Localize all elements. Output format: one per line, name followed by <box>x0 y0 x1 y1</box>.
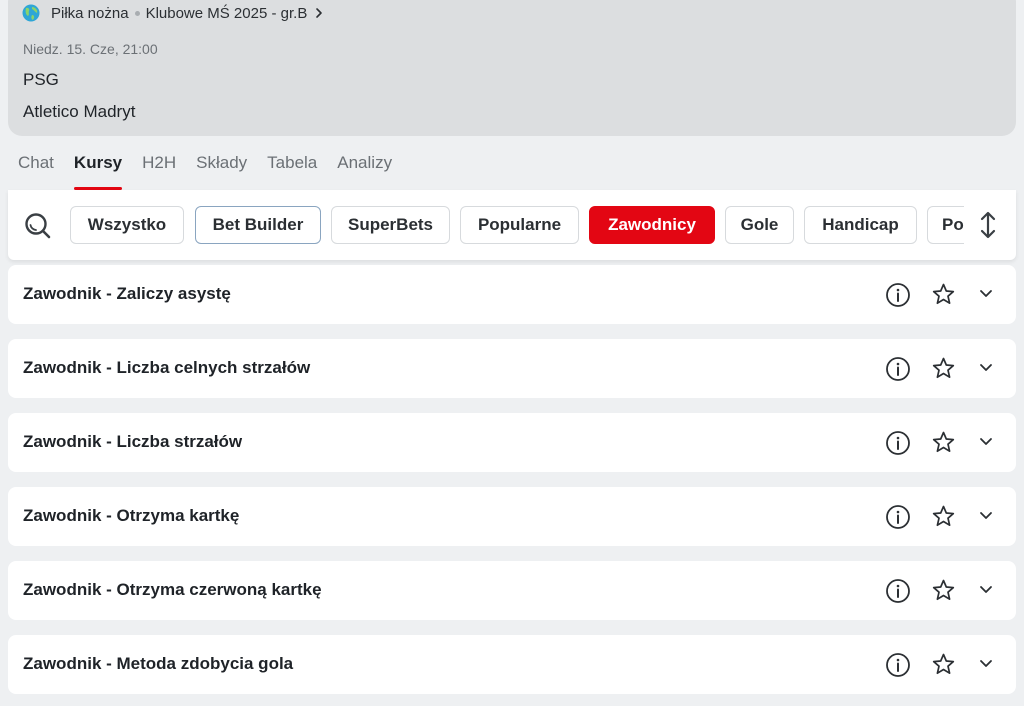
tab-tabela[interactable]: Tabela <box>267 153 317 189</box>
tab-chat[interactable]: Chat <box>18 153 54 189</box>
chevron-right-icon[interactable] <box>314 7 324 19</box>
info-icon[interactable] <box>885 356 911 382</box>
globe-icon <box>22 4 40 22</box>
star-icon[interactable] <box>931 356 956 381</box>
sort-arrows-icon[interactable] <box>978 210 998 240</box>
info-icon[interactable] <box>885 282 911 308</box>
chevron-down-icon[interactable] <box>978 361 994 375</box>
home-team: PSG <box>23 70 59 89</box>
info-icon[interactable] <box>885 504 911 530</box>
breadcrumb[interactable]: Piłka nożna Klubowe MŚ 2025 - gr.B <box>22 3 324 23</box>
breadcrumb-sport[interactable]: Piłka nożna <box>51 5 129 22</box>
market-title[interactable]: Zawodnik - Liczba strzałów <box>23 432 242 452</box>
chip-handicap[interactable]: Handicap <box>804 206 917 244</box>
info-icon[interactable] <box>885 430 911 456</box>
tab-h2h[interactable]: H2H <box>142 153 176 189</box>
market-row[interactable]: Zawodnik - Metoda zdobycia gola <box>8 635 1016 694</box>
tab-sklady[interactable]: Składy <box>196 153 247 189</box>
market-title[interactable]: Zawodnik - Liczba celnych strzałów <box>23 358 310 378</box>
search-icon[interactable] <box>24 212 52 240</box>
chip-wszystko[interactable]: Wszystko <box>70 206 184 244</box>
star-icon[interactable] <box>931 652 956 677</box>
chevron-down-icon[interactable] <box>978 509 994 523</box>
tab-kursy[interactable]: Kursy <box>73 153 123 190</box>
market-row[interactable]: Zawodnik - Liczba celnych strzałów <box>8 339 1016 398</box>
info-icon[interactable] <box>885 652 911 678</box>
market-title[interactable]: Zawodnik - Zaliczy asystę <box>23 284 231 304</box>
away-team: Atletico Madryt <box>23 102 136 121</box>
chevron-down-icon[interactable] <box>978 583 994 597</box>
match-tabs: Chat Kursy H2H Składy Tabela Analizy <box>18 153 412 191</box>
breadcrumb-league[interactable]: Klubowe MŚ 2025 - gr.B <box>146 5 308 22</box>
chevron-down-icon[interactable] <box>978 435 994 449</box>
match-datetime: Niedz. 15. Cze, 21:00 <box>23 41 158 57</box>
chip-zawodnicy[interactable]: Zawodnicy <box>589 206 715 244</box>
star-icon[interactable] <box>931 430 956 455</box>
market-title[interactable]: Zawodnik - Metoda zdobycia gola <box>23 654 293 674</box>
chevron-down-icon[interactable] <box>978 657 994 671</box>
chip-partial[interactable]: Po <box>927 206 964 244</box>
market-row[interactable]: Zawodnik - Otrzyma czerwoną kartkę <box>8 561 1016 620</box>
market-row[interactable]: Zawodnik - Otrzyma kartkę <box>8 487 1016 546</box>
chip-popularne[interactable]: Popularne <box>460 206 579 244</box>
filter-chips: Wszystko Bet Builder SuperBets Popularne… <box>70 206 964 246</box>
market-title[interactable]: Zawodnik - Otrzyma kartkę <box>23 506 239 526</box>
tab-analizy[interactable]: Analizy <box>337 153 392 189</box>
star-icon[interactable] <box>931 504 956 529</box>
chip-superbets[interactable]: SuperBets <box>331 206 450 244</box>
info-icon[interactable] <box>885 578 911 604</box>
market-row[interactable]: Zawodnik - Zaliczy asystę <box>8 265 1016 324</box>
breadcrumb-separator <box>134 10 140 16</box>
market-title[interactable]: Zawodnik - Otrzyma czerwoną kartkę <box>23 580 322 600</box>
star-icon[interactable] <box>931 578 956 603</box>
chip-gole[interactable]: Gole <box>725 206 794 244</box>
chevron-down-icon[interactable] <box>978 287 994 301</box>
chip-bet-builder[interactable]: Bet Builder <box>195 206 321 244</box>
market-row[interactable]: Zawodnik - Liczba strzałów <box>8 413 1016 472</box>
star-icon[interactable] <box>931 282 956 307</box>
market-filter-bar: Wszystko Bet Builder SuperBets Popularne… <box>8 190 1016 260</box>
